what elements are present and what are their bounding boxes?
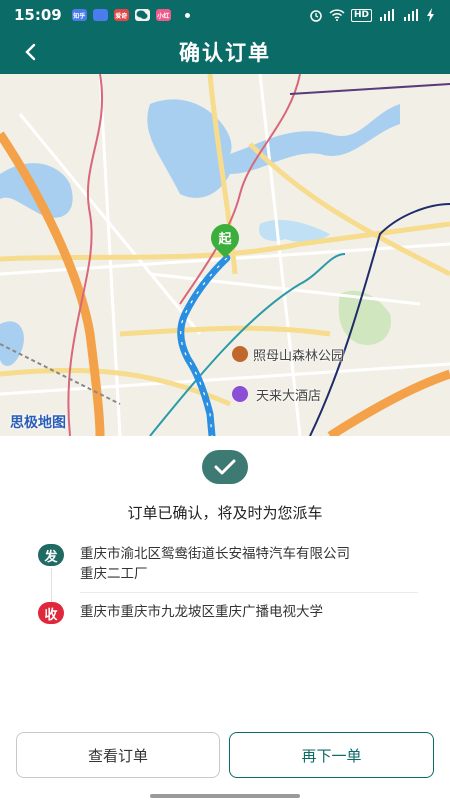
to-badge: 收 [38, 602, 64, 624]
order-again-button[interactable]: 再下一单 [229, 732, 434, 778]
map-brand-logo: 思极地图 [10, 415, 66, 431]
start-marker[interactable]: 起 [205, 218, 245, 260]
from-address: 重庆市渝北区鸳鸯街道长安福特汽车有限公司 重庆二工厂 [80, 544, 350, 584]
zhihu-app-icon: 知乎 [71, 9, 87, 21]
from-badge: 发 [38, 544, 64, 566]
home-indicator[interactable] [150, 794, 300, 798]
status-time: 15:09 [14, 6, 62, 24]
signal-icon-2 [404, 9, 418, 21]
notification-icons: 知乎 爱奇 小红 [71, 9, 190, 21]
start-marker-label: 起 [218, 232, 232, 247]
iqiyi-app-icon: 爱奇 [113, 9, 129, 21]
order-confirmation-sheet: 订单已确认，将及时为您派车 发 重庆市渝北区鸳鸯街道长安福特汽车有限公司 重庆二… [0, 436, 450, 800]
confirm-message: 订单已确认，将及时为您派车 [127, 504, 323, 522]
hd-badge: HD [350, 8, 372, 22]
route-arrows [180, 257, 228, 436]
hotel-poi-icon [232, 386, 248, 402]
from-address-line1: 重庆市渝北区鸳鸯街道长安福特汽车有限公司 [80, 546, 350, 562]
app-notification-icon [92, 9, 108, 21]
xiaohongshu-app-icon: 小红 [155, 9, 171, 21]
from-address-line2: 重庆二工厂 [80, 566, 148, 582]
signal-icon [380, 9, 394, 21]
status-right: HD [309, 8, 436, 22]
from-address-row: 发 重庆市渝北区鸳鸯街道长安福特汽车有限公司 重庆二工厂 [38, 544, 428, 584]
charging-icon [427, 8, 434, 22]
check-icon [202, 450, 248, 484]
metro-line-purple [289, 83, 450, 95]
to-address: 重庆市重庆市九龙坡区重庆广播电视大学 [80, 604, 323, 620]
alarm-icon [310, 10, 322, 22]
address-divider [80, 592, 418, 593]
nav-bar: 确认订单 [0, 30, 450, 74]
address-connector [51, 568, 52, 602]
back-button[interactable] [14, 34, 46, 70]
river-water [147, 99, 400, 198]
park-poi-icon [232, 346, 248, 362]
wifi-icon [329, 9, 345, 21]
view-order-button[interactable]: 查看订单 [16, 732, 220, 778]
chevron-left-icon [25, 43, 36, 61]
highway-right [327, 369, 450, 436]
to-address-row: 收 重庆市重庆市九龙坡区重庆广播电视大学 [38, 602, 428, 624]
page-title: 确认订单 [179, 41, 271, 65]
status-bar: 15:09 知乎 爱奇 小红 HD [0, 0, 450, 30]
poi-hotel-label[interactable]: 天来大酒店 [256, 385, 321, 404]
wechat-icon [134, 9, 150, 21]
route-map[interactable]: 起 照母山森林公园 天来大酒店 思极地图 [0, 74, 450, 436]
more-notifications-dot [184, 12, 190, 18]
lake-water [0, 321, 24, 366]
poi-park-label[interactable]: 照母山森林公园 [253, 345, 344, 364]
